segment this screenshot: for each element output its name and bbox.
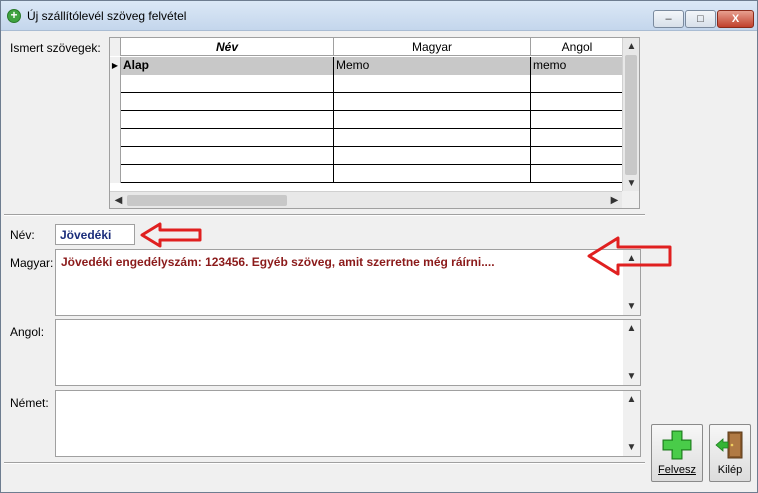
divider [4, 462, 645, 464]
chevron-up-icon[interactable]: ▲ [623, 320, 640, 337]
cell-empty[interactable] [531, 147, 623, 165]
known-texts-label: Ismert szövegek: [10, 41, 101, 55]
cell-empty[interactable] [334, 75, 531, 93]
cell-magyar[interactable]: Memo [334, 57, 531, 75]
column-header-magyar[interactable]: Magyar [334, 38, 531, 56]
green-plus-icon [662, 430, 692, 460]
angol-memo[interactable]: ▲ ▼ [55, 319, 641, 386]
exit-door-icon [715, 431, 743, 459]
cell-nev[interactable]: Alap [121, 57, 334, 75]
cell-empty[interactable] [334, 111, 531, 129]
magyar-memo[interactable]: Jövedéki engedélyszám: 123456. Egyéb szö… [55, 249, 641, 316]
felvesz-label: Felvesz [658, 464, 696, 476]
chevron-left-icon[interactable]: ◀ [110, 192, 127, 208]
cell-empty[interactable] [531, 93, 623, 111]
cell-empty[interactable] [334, 93, 531, 111]
grid-horizontal-scrollbar[interactable]: ◀ ▶ [110, 191, 623, 208]
plus-circle-icon: + [7, 9, 21, 23]
divider [4, 214, 645, 216]
magyar-label: Magyar: [10, 256, 54, 270]
nemet-memo[interactable]: ▲ ▼ [55, 390, 641, 457]
cell-empty[interactable] [334, 129, 531, 147]
nev-input[interactable]: Jövedéki [55, 224, 135, 245]
red-arrow-icon [587, 236, 672, 276]
table-row-empty[interactable] [110, 165, 623, 183]
cell-angol[interactable]: memo [531, 57, 623, 75]
known-texts-grid[interactable]: Név Magyar Angol ▶ Alap Memo memo ▲ ▼ ◀ … [109, 37, 640, 209]
table-row-empty[interactable] [110, 75, 623, 93]
cell-empty[interactable] [531, 165, 623, 183]
cell-empty[interactable] [121, 75, 334, 93]
chevron-down-icon[interactable]: ▼ [623, 298, 640, 315]
chevron-right-icon[interactable]: ▶ [606, 192, 623, 208]
horizontal-scroll-thumb[interactable] [127, 195, 287, 206]
angol-label: Angol: [10, 325, 45, 339]
cell-empty[interactable] [121, 129, 334, 147]
kilep-button[interactable]: Kilép [709, 424, 751, 482]
row-indicator [110, 165, 121, 183]
maximize-button[interactable]: □ [685, 10, 716, 28]
magyar-text[interactable]: Jövedéki engedélyszám: 123456. Egyéb szö… [61, 255, 495, 269]
vertical-scroll-thumb[interactable] [625, 55, 637, 175]
nev-label: Név: [10, 228, 35, 242]
row-indicator [110, 147, 121, 165]
cell-empty[interactable] [531, 75, 623, 93]
column-header-nev[interactable]: Név [121, 38, 334, 56]
table-row[interactable]: ▶ Alap Memo memo [110, 57, 623, 75]
chevron-up-icon[interactable]: ▲ [623, 391, 640, 408]
chevron-down-icon[interactable]: ▼ [623, 368, 640, 385]
cell-empty[interactable] [531, 111, 623, 129]
cell-empty[interactable] [121, 93, 334, 111]
cell-empty[interactable] [334, 165, 531, 183]
header-indicator [110, 38, 121, 56]
dialog-window: + Új szállítólevél szöveg felvétel – □ X… [0, 0, 758, 493]
grid-header: Név Magyar Angol [110, 38, 623, 56]
table-row-empty[interactable] [110, 147, 623, 165]
cell-empty[interactable] [334, 147, 531, 165]
chevron-down-icon[interactable]: ▼ [623, 439, 640, 456]
row-indicator [110, 75, 121, 93]
angol-scrollbar[interactable]: ▲ ▼ [623, 320, 640, 385]
close-button[interactable]: X [717, 10, 754, 28]
row-indicator [110, 93, 121, 111]
red-arrow-icon [140, 222, 202, 248]
chevron-up-icon[interactable]: ▲ [623, 38, 639, 55]
window-title: Új szállítólevél szöveg felvétel [27, 9, 187, 23]
cell-empty[interactable] [121, 165, 334, 183]
title-bar[interactable]: + Új szállítólevél szöveg felvétel – □ X [1, 1, 757, 31]
felvesz-button[interactable]: Felvesz [651, 424, 703, 482]
cell-empty[interactable] [531, 129, 623, 147]
table-row-empty[interactable] [110, 93, 623, 111]
cell-empty[interactable] [121, 111, 334, 129]
minimize-button[interactable]: – [653, 10, 684, 28]
table-row-empty[interactable] [110, 129, 623, 147]
row-indicator [110, 129, 121, 147]
cell-empty[interactable] [121, 147, 334, 165]
column-header-angol[interactable]: Angol [531, 38, 623, 56]
row-pointer-icon: ▶ [110, 57, 121, 75]
nemet-label: Német: [10, 396, 49, 410]
kilep-label: Kilép [717, 464, 743, 476]
chevron-down-icon[interactable]: ▼ [623, 175, 639, 192]
nemet-scrollbar[interactable]: ▲ ▼ [623, 391, 640, 456]
row-indicator [110, 111, 121, 129]
table-row-empty[interactable] [110, 111, 623, 129]
grid-vertical-scrollbar[interactable]: ▲ ▼ [622, 38, 639, 192]
scrollbar-corner [622, 191, 639, 208]
